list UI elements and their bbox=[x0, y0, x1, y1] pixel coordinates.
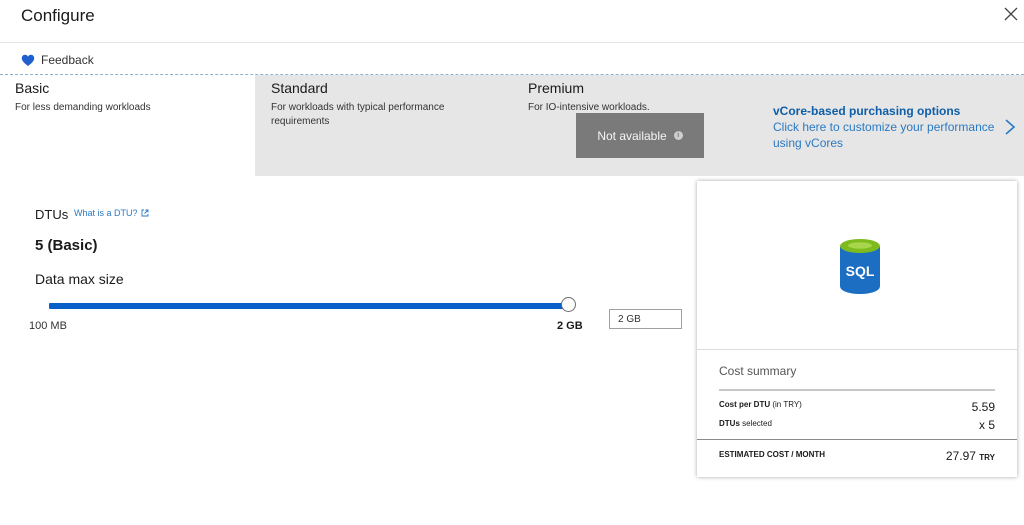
vcore-options-link[interactable]: vCore-based purchasing options Click her… bbox=[773, 104, 1003, 151]
cost-summary-title: Cost summary bbox=[719, 364, 797, 378]
dtus-label: DTUs bbox=[35, 207, 69, 222]
dtus-selected-label-bold: DTUs bbox=[719, 419, 740, 428]
feedback-button[interactable]: Feedback bbox=[21, 51, 94, 69]
estimated-cost-amount: 27.97 TRY bbox=[875, 449, 995, 463]
not-available-badge: Not available i bbox=[576, 113, 704, 158]
dtus-selected-label: DTUs selected bbox=[719, 419, 772, 428]
not-available-label: Not available bbox=[597, 128, 667, 143]
vcore-title: vCore-based purchasing options bbox=[773, 104, 961, 118]
page-title: Configure bbox=[21, 6, 95, 25]
estimated-cost-label: ESTIMATED COST / MONTH bbox=[719, 450, 826, 459]
what-is-dtu-label: What is a DTU? bbox=[74, 208, 138, 218]
cost-per-dtu-value: 5.59 bbox=[971, 400, 995, 414]
card-divider bbox=[697, 349, 1017, 350]
size-slider-track[interactable] bbox=[49, 303, 569, 309]
feedback-label: Feedback bbox=[41, 53, 94, 67]
heart-icon bbox=[21, 54, 35, 66]
slider-min-label: 100 MB bbox=[29, 320, 67, 332]
vcore-description: Click here to customize your performance… bbox=[773, 120, 995, 150]
cost-per-dtu-label: Cost per DTU (in TRY) bbox=[719, 400, 802, 409]
tier-standard-description: For workloads with typical performance r… bbox=[271, 102, 445, 127]
tier-standard-name: Standard bbox=[271, 80, 328, 96]
estimated-cost-currency: TRY bbox=[979, 453, 995, 462]
cost-per-dtu-label-rest: (in TRY) bbox=[770, 400, 802, 409]
cost-summary-card: SQL Cost summary Cost per DTU (in TRY) 5… bbox=[697, 181, 1017, 477]
pricing-tier-bar: Basic For less demanding workloads Stand… bbox=[0, 75, 1024, 176]
tier-standard[interactable]: Standard For workloads with typical perf… bbox=[255, 75, 511, 176]
header-divider bbox=[0, 42, 1024, 43]
cost-summary-rule bbox=[719, 389, 995, 391]
slider-max-label: 2 GB bbox=[557, 320, 583, 332]
external-link-icon bbox=[141, 209, 148, 217]
tier-basic-description: For less demanding workloads bbox=[15, 102, 151, 113]
tier-basic[interactable]: Basic For less demanding workloads bbox=[0, 75, 255, 176]
info-icon[interactable]: i bbox=[673, 131, 683, 140]
data-max-size-label: Data max size bbox=[35, 271, 124, 287]
sql-icon-text: SQL bbox=[846, 263, 875, 279]
what-is-dtu-link[interactable]: What is a DTU? bbox=[74, 208, 149, 218]
tier-premium-name: Premium bbox=[528, 80, 585, 96]
tier-basic-name: Basic bbox=[15, 80, 50, 96]
sql-database-icon: SQL bbox=[840, 239, 880, 294]
total-rule bbox=[697, 439, 1017, 440]
close-icon[interactable] bbox=[1002, 5, 1020, 23]
estimated-cost-value: 27.97 bbox=[945, 449, 976, 463]
dtus-selected-value: x 5 bbox=[978, 418, 995, 432]
chevron-right-icon[interactable] bbox=[1004, 118, 1016, 136]
data-size-input[interactable] bbox=[609, 309, 682, 329]
dtus-selected-label-rest: selected bbox=[739, 419, 772, 428]
size-slider-thumb[interactable] bbox=[561, 297, 576, 312]
cost-per-dtu-label-bold: Cost per DTU bbox=[719, 400, 771, 409]
dtu-value: 5 (Basic) bbox=[35, 237, 98, 254]
